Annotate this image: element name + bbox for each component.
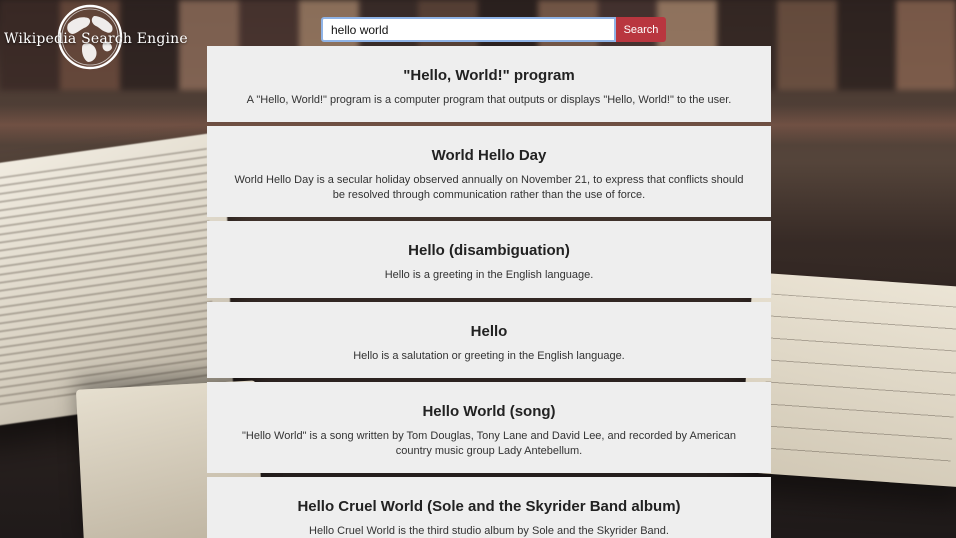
result-title[interactable]: Hello (disambiguation) [207, 242, 771, 259]
search-bar: Search [321, 17, 666, 42]
result-card[interactable]: Hello World (song) "Hello World" is a so… [207, 382, 771, 473]
search-button[interactable]: Search [616, 17, 666, 42]
search-input[interactable] [321, 17, 616, 42]
result-card[interactable]: Hello Hello is a salutation or greeting … [207, 302, 771, 378]
result-card[interactable]: Hello Cruel World (Sole and the Skyrider… [207, 477, 771, 538]
result-card[interactable]: World Hello Day World Hello Day is a sec… [207, 126, 771, 217]
result-description: Hello is a salutation or greeting in the… [353, 350, 625, 362]
result-description: Hello Cruel World is the third studio al… [309, 525, 669, 537]
result-title[interactable]: Hello World (song) [207, 403, 771, 420]
result-title[interactable]: Hello [207, 323, 771, 340]
result-title[interactable]: World Hello Day [207, 147, 771, 164]
open-book-right [739, 272, 956, 488]
result-description: A "Hello, World!" program is a computer … [246, 94, 732, 106]
result-title[interactable]: Hello Cruel World (Sole and the Skyrider… [207, 498, 771, 515]
site-logo[interactable]: Wikipedia Search Engine [4, 4, 188, 70]
result-description: "Hello World" is a song written by Tom D… [242, 430, 736, 457]
result-description: Hello is a greeting in the English langu… [384, 269, 594, 281]
result-description: World Hello Day is a secular holiday obs… [234, 174, 744, 201]
result-card[interactable]: "Hello, World!" program A "Hello, World!… [207, 46, 771, 122]
logo-text: Wikipedia Search Engine [4, 31, 188, 47]
result-card[interactable]: Hello (disambiguation) Hello is a greeti… [207, 221, 771, 298]
result-title[interactable]: "Hello, World!" program [207, 67, 771, 84]
